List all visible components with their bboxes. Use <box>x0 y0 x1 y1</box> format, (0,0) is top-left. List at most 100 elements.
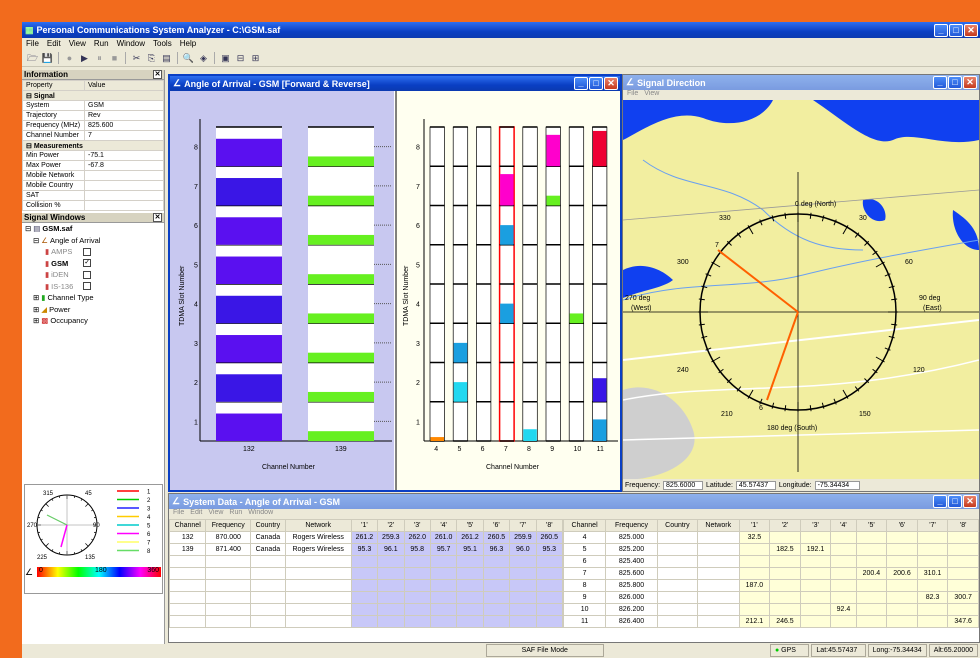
column-header[interactable]: '5' <box>855 519 888 532</box>
tree-node-channel-type[interactable]: ⊞ ▮ Channel Type <box>25 292 164 304</box>
column-header[interactable]: '7' <box>916 519 949 532</box>
maximize-button[interactable]: □ <box>949 23 963 37</box>
menu-help[interactable]: Help <box>180 38 196 49</box>
checkbox[interactable] <box>83 247 92 256</box>
tree-node-occupancy[interactable]: ⊞ ▩ Occupancy <box>25 315 164 327</box>
save-icon[interactable]: 💾 <box>41 52 54 65</box>
zoom-icon[interactable]: 🔍 <box>182 52 195 65</box>
menu-view[interactable]: View <box>69 38 86 49</box>
table-row[interactable]: 6 825.400 <box>562 555 979 568</box>
close-button[interactable]: ✕ <box>963 495 977 508</box>
menu-window[interactable]: Window <box>117 38 145 49</box>
table-row[interactable]: 139 871.400 Canada Rogers Wireless 95.3 96.1 9… <box>169 543 564 556</box>
compass-tick <box>37 531 41 534</box>
column-header[interactable]: '1' <box>738 519 771 532</box>
tree-item-gsm[interactable]: ▮ GSM ✓ <box>25 258 164 270</box>
menu-file[interactable]: File <box>627 90 638 100</box>
open-icon[interactable]: 🗁 <box>26 52 39 65</box>
column-header[interactable]: Network <box>696 519 740 532</box>
column-header[interactable]: '2' <box>377 519 405 532</box>
column-header[interactable]: Channel <box>169 519 207 532</box>
tree-node-power[interactable]: ⊞ ◢ Power <box>25 304 164 316</box>
column-header[interactable]: Country <box>656 519 698 532</box>
maximize-button[interactable]: □ <box>948 495 962 508</box>
table-row[interactable]: 132 870.000 Canada Rogers Wireless 261.2 259.… <box>169 531 564 544</box>
table-row[interactable] <box>169 567 564 580</box>
sd-menu-file[interactable]: File <box>173 509 184 519</box>
table-row[interactable]: 8 825.800 187.0 <box>562 579 979 592</box>
close-button[interactable]: ✕ <box>604 77 618 90</box>
sd-menu-window[interactable]: Window <box>248 509 273 519</box>
table-row[interactable] <box>169 603 564 616</box>
pause-icon[interactable]: ⏸ <box>93 52 106 65</box>
tree-node-aoa[interactable]: ⊟ ∠ Angle of Arrival <box>25 235 164 247</box>
table-row[interactable] <box>169 591 564 604</box>
table-row[interactable]: 7 825.600 200.4 200.6 310.1 <box>562 567 979 580</box>
column-header[interactable]: '8' <box>947 519 979 532</box>
column-header[interactable]: '5' <box>456 519 484 532</box>
copy-icon[interactable]: ⎘ <box>145 52 158 65</box>
tools-icon[interactable]: ✂ <box>130 52 143 65</box>
column-header[interactable]: Frequency <box>605 519 658 532</box>
column-header[interactable]: '3' <box>403 519 431 532</box>
column-header[interactable]: '7' <box>509 519 537 532</box>
tree-item-iden[interactable]: ▮ iDEN <box>25 269 164 281</box>
sd-menu-edit[interactable]: Edit <box>190 509 202 519</box>
column-header[interactable]: '6' <box>482 519 511 532</box>
slot-bar <box>308 234 374 245</box>
menu-tools[interactable]: Tools <box>153 38 172 49</box>
column-header[interactable]: '2' <box>769 519 801 532</box>
tree-item-amps[interactable]: ▮ AMPS <box>25 246 164 258</box>
column-header[interactable]: '4' <box>429 519 458 532</box>
record-icon[interactable]: ● <box>63 52 76 65</box>
menu-run[interactable]: Run <box>94 38 109 49</box>
table-row[interactable] <box>169 615 564 628</box>
table-row[interactable]: 5 825.200 182.5 192.1 <box>562 543 979 556</box>
close-button[interactable]: ✕ <box>963 76 977 89</box>
column-header[interactable]: '8' <box>535 519 564 532</box>
north-label: 0 deg (North) <box>795 201 836 208</box>
sd-menu-run[interactable]: Run <box>229 509 242 519</box>
table-row[interactable]: 4 825.000 32.5 <box>562 531 979 544</box>
minimize-button[interactable]: _ <box>933 495 947 508</box>
scale-mid: 180 <box>95 567 107 574</box>
table-icon[interactable]: ▤ <box>160 52 173 65</box>
table-row[interactable] <box>169 579 564 592</box>
column-header[interactable]: Channel <box>562 519 607 532</box>
minimize-button[interactable]: _ <box>934 23 948 37</box>
table-row[interactable] <box>169 555 564 568</box>
column-header[interactable]: '3' <box>799 519 832 532</box>
close-panel-icon[interactable]: ✕ <box>153 213 162 222</box>
minimize-button[interactable]: _ <box>574 77 588 90</box>
column-header[interactable]: Country <box>250 519 286 532</box>
checkbox[interactable]: ✓ <box>83 259 92 268</box>
column-header[interactable]: Network <box>284 519 352 532</box>
cube-icon[interactable]: ◈ <box>197 52 210 65</box>
column-header[interactable]: Frequency <box>205 519 252 532</box>
maximize-button[interactable]: □ <box>589 77 603 90</box>
menu-view[interactable]: View <box>644 90 659 100</box>
table-row[interactable]: 10 826.200 92.4 <box>562 603 979 616</box>
column-header[interactable]: '6' <box>886 519 918 532</box>
checkbox[interactable] <box>83 282 92 291</box>
tree-root[interactable]: ⊟ ▤ GSM.saf <box>25 223 164 235</box>
table-row[interactable]: 11 826.400 212.1 246.5 347.6 <box>562 615 979 628</box>
column-header[interactable]: '4' <box>830 519 857 532</box>
maximize-button[interactable]: □ <box>948 76 962 89</box>
compass-tick <box>85 543 89 547</box>
close-panel-icon[interactable]: ✕ <box>153 70 162 79</box>
sd-menu-view[interactable]: View <box>208 509 223 519</box>
stop-icon[interactable]: ■ <box>108 52 121 65</box>
menu-edit[interactable]: Edit <box>47 38 61 49</box>
table-row[interactable]: 9 826.000 82.3 300.7 <box>562 591 979 604</box>
column-header[interactable]: '1' <box>350 519 379 532</box>
menu-file[interactable]: File <box>26 38 39 49</box>
layout-split-icon[interactable]: ⊟ <box>234 52 247 65</box>
minimize-button[interactable]: _ <box>933 76 947 89</box>
layout-stack-icon[interactable]: ⊞ <box>249 52 262 65</box>
close-button[interactable]: ✕ <box>964 23 978 37</box>
checkbox[interactable] <box>83 270 92 279</box>
tree-item-is-136[interactable]: ▮ IS-136 <box>25 281 164 293</box>
layout-single-icon[interactable]: ▣ <box>219 52 232 65</box>
play-icon[interactable]: ▶ <box>78 52 91 65</box>
